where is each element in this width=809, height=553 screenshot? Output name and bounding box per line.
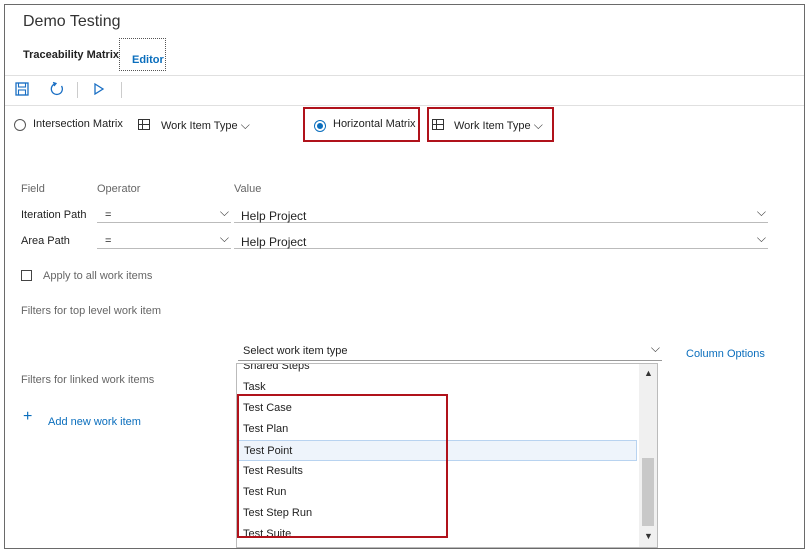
operator-value: = <box>105 209 112 221</box>
chevron-down-icon: ⌵ <box>219 231 229 245</box>
listbox-scrollbar[interactable]: ▲ ▼ <box>639 364 657 547</box>
scroll-down-icon[interactable]: ▼ <box>644 531 653 541</box>
linked-filters-label: Filters for linked work items <box>21 374 155 386</box>
page-title: Demo Testing <box>23 13 121 30</box>
top-level-filters-label: Filters for top level work item <box>21 305 161 317</box>
column-options-link[interactable]: Column Options <box>686 348 765 360</box>
select-placeholder: Select work item type <box>243 345 348 357</box>
intersection-work-item-type-dropdown[interactable]: Work Item Type ⌵ <box>161 118 250 133</box>
divider <box>5 105 804 106</box>
work-item-type-label: Work Item Type <box>161 120 238 132</box>
table-icon <box>432 119 444 130</box>
scrollbar-thumb[interactable] <box>642 458 654 526</box>
table-icon <box>138 119 150 130</box>
apply-all-checkbox[interactable] <box>21 270 32 281</box>
chevron-down-icon: ⌵ <box>756 205 766 219</box>
horizontal-work-item-type-dropdown[interactable]: Work Item Type ⌵ <box>454 118 543 133</box>
value-column-header: Value <box>234 183 262 195</box>
chevron-down-icon: ⌵ <box>650 341 660 355</box>
iteration-path-value-select[interactable]: Help Project ⌵ <box>234 205 768 223</box>
chevron-down-icon: ⌵ <box>533 118 543 132</box>
area-path-field-label: Area Path <box>21 235 70 247</box>
operator-value: = <box>105 235 112 247</box>
test-items-highlight <box>237 394 448 538</box>
iteration-path-operator-select[interactable]: = ⌵ <box>97 205 231 223</box>
tab-traceability-matrix[interactable]: Traceability Matrix <box>23 49 119 61</box>
app-window: Demo Testing Traceability Matrix Editor … <box>4 4 805 549</box>
value-text: Help Project <box>241 209 307 223</box>
operator-column-header: Operator <box>97 183 141 195</box>
chevron-down-icon: ⌵ <box>219 205 229 219</box>
play-icon[interactable] <box>93 82 105 96</box>
plus-icon[interactable]: + <box>23 409 32 425</box>
toolbar-separator <box>77 82 78 98</box>
area-path-operator-select[interactable]: = ⌵ <box>97 231 231 249</box>
list-item[interactable]: Shared Steps <box>237 364 637 377</box>
tab-editor-label: Editor <box>132 54 164 66</box>
field-column-header: Field <box>21 183 45 195</box>
tab-editor[interactable]: Editor <box>119 38 166 71</box>
area-path-value-select[interactable]: Help Project ⌵ <box>234 231 768 249</box>
scroll-up-icon[interactable]: ▲ <box>644 368 653 378</box>
work-item-type-label: Work Item Type <box>454 120 531 132</box>
value-text: Help Project <box>241 235 307 249</box>
chevron-down-icon: ⌵ <box>756 231 766 245</box>
intersection-matrix-label: Intersection Matrix <box>33 118 123 130</box>
intersection-matrix-radio[interactable] <box>14 119 26 131</box>
chevron-down-icon: ⌵ <box>240 118 250 132</box>
toolbar-separator <box>121 82 122 98</box>
iteration-path-field-label: Iteration Path <box>21 209 87 221</box>
apply-all-label: Apply to all work items <box>43 270 153 282</box>
horizontal-matrix-label: Horizontal Matrix <box>333 118 416 130</box>
work-item-type-select[interactable]: Select work item type ⌵ <box>238 341 662 361</box>
horizontal-matrix-radio[interactable] <box>314 120 326 132</box>
divider <box>5 75 804 76</box>
save-icon[interactable] <box>15 82 29 96</box>
add-new-work-item-link[interactable]: Add new work item <box>48 416 141 428</box>
refresh-icon[interactable] <box>49 81 65 97</box>
